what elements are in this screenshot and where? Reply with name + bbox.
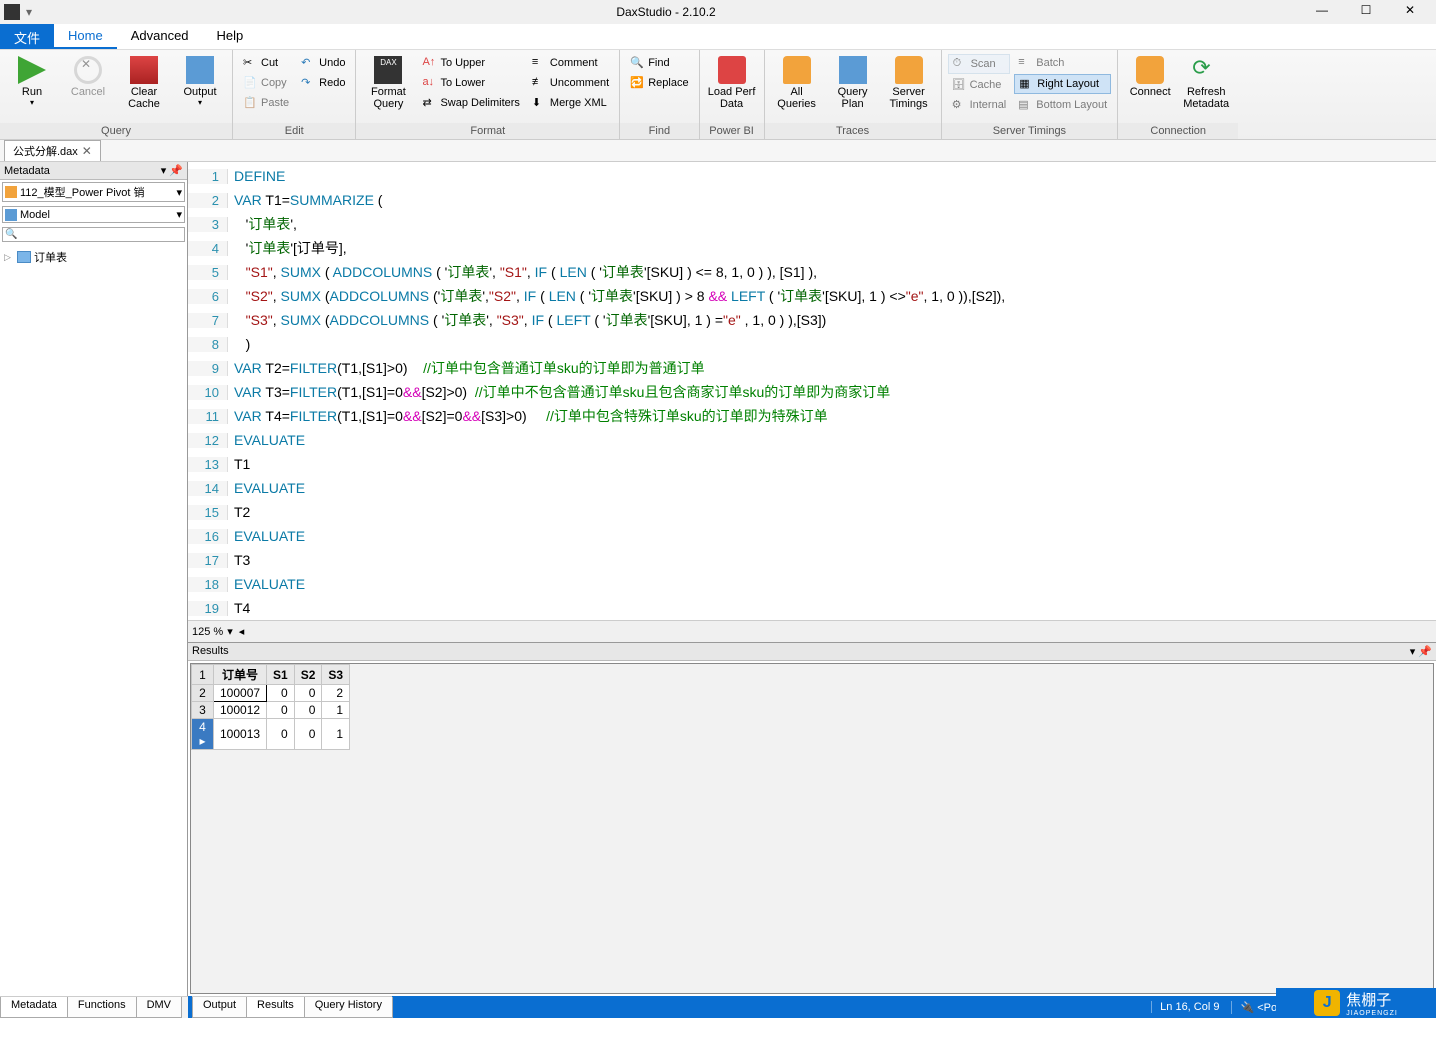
panel-menu-icon[interactable]: ▾ 📌 [1410,645,1432,658]
ribbon: Run▾ ✕Cancel Clear Cache Output▾ Query ✂… [0,50,1436,140]
menu-file[interactable]: 文件 [0,24,54,49]
metadata-tree[interactable]: ▷ 订单表 [0,244,187,996]
format-query-button[interactable]: DAXFormat Query [360,52,416,114]
ribbon-group-query: Run▾ ✕Cancel Clear Cache Output▾ Query [0,50,233,139]
minimize-button[interactable]: — [1300,0,1344,24]
connect-button[interactable]: Connect [1122,52,1178,112]
results-grid-area: 1订单号S1S2S3210000700231000120014 ▸1000130… [190,663,1434,994]
ribbon-group-traces: All Queries Query Plan Server Timings Tr… [765,50,942,139]
hscroll-left-icon[interactable]: ◂ [239,625,245,638]
redo-button[interactable]: ↷Redo [297,74,349,92]
ribbon-group-connection: Connect ⟳Refresh Metadata Connection [1118,50,1238,139]
batch-button[interactable]: ≡Batch [1014,54,1111,72]
tab-metadata[interactable]: Metadata [0,997,68,1018]
tab-dmv[interactable]: DMV [136,997,182,1018]
menu-home[interactable]: Home [54,24,117,49]
document-tab-label: 公式分解.dax [13,143,78,159]
right-layout-button[interactable]: ▦Right Layout [1014,74,1111,94]
maximize-button[interactable]: ☐ [1344,0,1388,24]
metadata-panel: Metadata ▾ 📌 112_模型_Power Pivot 销▾ Model… [0,162,188,996]
status-cursor-pos: Ln 16, Col 9 [1151,1001,1219,1013]
to-lower-button[interactable]: a↓To Lower [418,74,523,92]
swap-delim-button[interactable]: ⇄Swap Delimiters [418,94,523,112]
uncomment-button[interactable]: ≢Uncomment [528,74,613,92]
tab-query-history[interactable]: Query History [304,997,393,1018]
clear-cache-button[interactable]: Clear Cache [116,52,172,112]
internal-button[interactable]: ⚙Internal [948,96,1011,114]
ribbon-group-powerbi: Load Perf Data Power BI [700,50,765,139]
menu-bar: 文件 Home Advanced Help [0,24,1436,50]
undo-button[interactable]: ↶Undo [297,54,349,72]
document-tabstrip: 公式分解.dax ✕ [0,140,1436,162]
tree-expand-icon[interactable]: ▷ [4,252,14,263]
load-perf-button[interactable]: Load Perf Data [704,52,760,112]
tab-output[interactable]: Output [192,997,247,1018]
results-panel-header: Results ▾ 📌 [188,643,1436,661]
zoom-level[interactable]: 125 % [192,626,223,638]
ribbon-group-server: ⏱Scan 🗄Cache ⚙Internal ≡Batch ▦Right Lay… [942,50,1119,139]
code-editor[interactable]: 1DEFINE2VAR T1=SUMMARIZE (3 '订单表',4 '订单表… [188,162,1436,643]
comment-button[interactable]: ≡Comment [528,54,613,72]
window-title: DaxStudio - 2.10.2 [32,5,1300,19]
find-button[interactable]: 🔍Find [626,54,692,72]
watermark: J 焦棚子JIAOPENGZI [1276,988,1436,1018]
run-button[interactable]: Run▾ [4,52,60,112]
model-selector[interactable]: Model▾ [2,206,185,223]
table-icon [17,251,31,263]
left-bottom-tabs: Metadata Functions DMV [0,996,188,1018]
scan-button[interactable]: ⏱Scan [948,54,1011,74]
panel-menu-icon[interactable]: ▾ 📌 [161,164,183,177]
menu-advanced[interactable]: Advanced [117,24,203,49]
metadata-panel-header: Metadata ▾ 📌 [0,162,187,180]
close-button[interactable]: ✕ [1388,0,1432,24]
app-icon [4,4,20,20]
cache-button[interactable]: 🗄Cache [948,76,1011,94]
editor-bottom-tabs: Output Results Query History [192,996,392,1018]
server-timings-button[interactable]: Server Timings [881,52,937,112]
metadata-search[interactable] [2,227,185,242]
watermark-logo-icon: J [1314,990,1340,1016]
results-grid[interactable]: 1订单号S1S2S3210000700231000120014 ▸1000130… [191,664,350,750]
to-upper-button[interactable]: A↑To Upper [418,54,523,72]
document-tab[interactable]: 公式分解.dax ✕ [4,140,101,161]
zoom-dropdown-icon[interactable]: ▾ [227,625,233,638]
replace-button[interactable]: 🔁Replace [626,74,692,92]
merge-xml-button[interactable]: ⬇Merge XML [528,94,613,112]
bottom-layout-button[interactable]: ▤Bottom Layout [1014,96,1111,114]
editor-statusbar: 125 % ▾ ◂ [188,620,1436,642]
cut-button[interactable]: ✂Cut [239,54,293,72]
close-tab-icon[interactable]: ✕ [82,144,92,158]
query-plan-button[interactable]: Query Plan [825,52,881,112]
tab-functions[interactable]: Functions [67,997,137,1018]
ribbon-group-find: 🔍Find 🔁Replace Find [620,50,699,139]
paste-button[interactable]: 📋Paste [239,94,293,112]
cancel-button[interactable]: ✕Cancel [60,52,116,112]
ribbon-group-format: DAXFormat Query A↑To Upper a↓To Lower ⇄S… [356,50,620,139]
refresh-metadata-button[interactable]: ⟳Refresh Metadata [1178,52,1234,112]
menu-help[interactable]: Help [203,24,258,49]
all-queries-button[interactable]: All Queries [769,52,825,112]
copy-button[interactable]: 📄Copy [239,74,293,92]
output-button[interactable]: Output▾ [172,52,228,112]
tab-results[interactable]: Results [246,997,305,1018]
results-panel: Results ▾ 📌 1订单号S1S2S3210000700231000120… [188,643,1436,996]
ribbon-group-edit: ✂Cut 📄Copy 📋Paste ↶Undo ↷Redo Edit [233,50,356,139]
database-selector[interactable]: 112_模型_Power Pivot 销▾ [2,182,185,202]
tree-item-table[interactable]: ▷ 订单表 [4,248,183,266]
window-titlebar: ▾ DaxStudio - 2.10.2 — ☐ ✕ [0,0,1436,24]
